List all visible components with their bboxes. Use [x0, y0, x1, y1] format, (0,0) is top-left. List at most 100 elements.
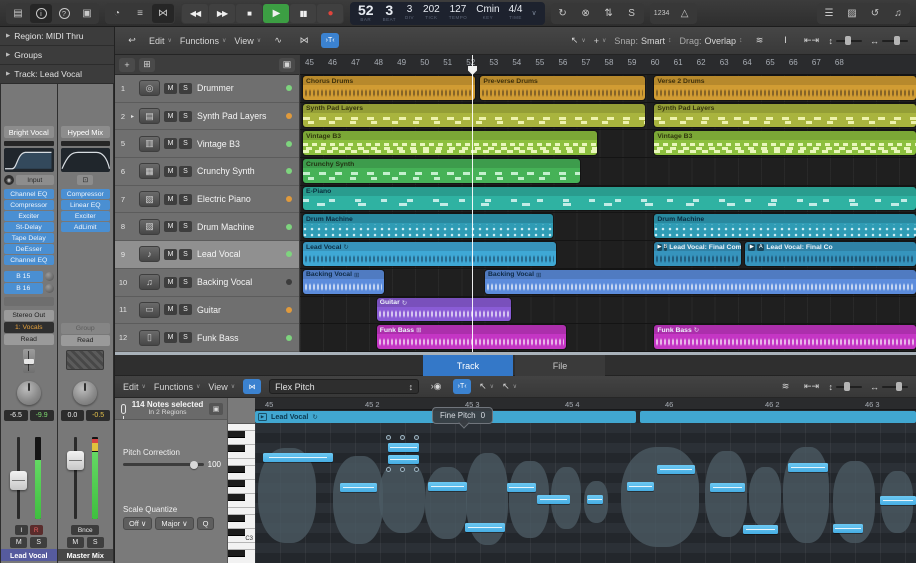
- track-header[interactable]: 11 ▭ M S Guitar: [115, 296, 299, 325]
- white-key[interactable]: [228, 459, 255, 466]
- count-in-button[interactable]: 1234: [651, 4, 673, 23]
- flex-pitch-note[interactable]: [507, 483, 536, 492]
- solo-button[interactable]: S: [179, 193, 192, 205]
- quantize-apply-button[interactable]: Q: [196, 517, 215, 530]
- group-slot[interactable]: 1: Vocals: [4, 322, 54, 333]
- note-edit-handle[interactable]: [400, 435, 405, 440]
- track-activity-dot[interactable]: [286, 85, 292, 92]
- pan-knob[interactable]: [16, 381, 41, 405]
- plugin-slot[interactable]: Exciter: [60, 211, 110, 221]
- tab-file[interactable]: File: [515, 355, 605, 376]
- plugin-slot[interactable]: St-Delay: [4, 222, 54, 232]
- take-play-icon[interactable]: ▶: [748, 243, 756, 251]
- automation-mode-slot[interactable]: Read: [60, 335, 110, 346]
- mute-button[interactable]: M: [164, 221, 177, 233]
- flex-icon[interactable]: ⋈: [243, 379, 262, 394]
- waveform-zoom-icon[interactable]: ≋: [777, 379, 795, 394]
- black-key[interactable]: [228, 431, 245, 438]
- flex-pitch-note[interactable]: [340, 483, 377, 492]
- horizontal-zoom-slider[interactable]: ↔: [870, 35, 908, 46]
- flex-pitch-note[interactable]: [657, 465, 695, 474]
- mute-button[interactable]: M: [164, 82, 177, 94]
- track-inspector-header[interactable]: ▶ Track: Lead Vocal: [0, 65, 114, 84]
- secondary-tool-select[interactable]: + ∨: [594, 36, 607, 46]
- automation-icon[interactable]: ∿: [269, 33, 287, 48]
- strip-name-label[interactable]: Lead Vocal: [1, 549, 57, 561]
- note-edit-handle[interactable]: [414, 435, 419, 440]
- track-header[interactable]: 10 ♫ M S Backing Vocal: [115, 268, 299, 297]
- flex-pitch-note[interactable]: [743, 525, 778, 534]
- note-edit-handle[interactable]: [386, 435, 391, 440]
- track-activity-dot[interactable]: [286, 306, 292, 313]
- region[interactable]: Guitar ↻: [376, 297, 511, 322]
- arrange-functions-menu[interactable]: Functions ∨: [180, 36, 226, 46]
- record-enable-button[interactable]: R: [29, 525, 43, 535]
- flex-pitch-note[interactable]: [710, 483, 745, 492]
- black-key[interactable]: [228, 515, 245, 522]
- white-key[interactable]: [228, 473, 255, 480]
- track-header[interactable]: 2 ▸ ▤ M S Synth Pad Layers: [115, 102, 299, 131]
- track-lane[interactable]: Lead Vocal ↻ ▶ B Lead Vocal: Final Com ▶ A Lead…: [300, 241, 916, 269]
- editors-icon[interactable]: ⋈: [152, 3, 174, 23]
- disclosure-triangle-icon[interactable]: ▸: [131, 113, 139, 120]
- track-header[interactable]: 6 ▦ M S Crunchy Synth: [115, 158, 299, 186]
- vertical-auto-zoom-icon[interactable]: Ⅰ: [777, 33, 795, 48]
- rewind-button[interactable]: ◀◀: [182, 3, 208, 23]
- pan-readout[interactable]: -9.9: [29, 410, 54, 421]
- black-key[interactable]: [228, 445, 245, 452]
- piano-keyboard[interactable]: C3: [228, 423, 255, 563]
- flex-pitch-note-selected[interactable]: [388, 455, 419, 464]
- drag-select[interactable]: Drag: Overlap ↕: [679, 36, 742, 46]
- black-key[interactable]: [228, 494, 245, 501]
- eq-thumbnail[interactable]: [4, 148, 54, 172]
- toolbar-toggle-icon[interactable]: ▣: [76, 4, 98, 23]
- track-header[interactable]: 12 ▯ M S Funk Bass: [115, 324, 299, 352]
- region[interactable]: Chorus Drums: [303, 76, 475, 100]
- track-lane[interactable]: Crunchy Synth: [300, 158, 916, 186]
- replace-icon[interactable]: ⇅: [598, 4, 620, 23]
- flex-pitch-note[interactable]: [587, 495, 603, 504]
- stop-button[interactable]: ■: [236, 3, 262, 23]
- local-inspector-button[interactable]: ▣: [209, 402, 223, 415]
- note-pads-icon[interactable]: ▨: [841, 4, 863, 23]
- arrange-view-menu[interactable]: View ∨: [234, 36, 261, 46]
- flex-pitch-note[interactable]: [388, 443, 419, 452]
- output-slot[interactable]: Stereo Out: [4, 310, 54, 321]
- input-monitor-icon[interactable]: ◉: [4, 175, 14, 185]
- apple-loops-icon[interactable]: ↺: [864, 4, 886, 23]
- horizontal-zoom-slider[interactable]: ↔: [870, 381, 908, 392]
- black-key[interactable]: [228, 466, 245, 473]
- editor-view-menu[interactable]: View ∨: [208, 382, 235, 392]
- flex-pitch-grid[interactable]: [255, 423, 916, 563]
- strip-name-label[interactable]: Master Mix: [57, 549, 113, 561]
- horizontal-auto-zoom-icon[interactable]: ⇤⇥: [803, 33, 821, 48]
- mute-button[interactable]: M: [164, 193, 177, 205]
- mute-button[interactable]: M: [164, 332, 177, 344]
- region[interactable]: Funk Bass ↻: [654, 325, 916, 349]
- lcd-display[interactable]: 52 BAR 3 BEAT 3 DIV 202 TICK 127 TEMPO C…: [350, 1, 545, 25]
- plugin-slot[interactable]: Channel EQ: [4, 189, 54, 199]
- empty-send-slot[interactable]: [4, 297, 54, 306]
- track-lane[interactable]: Vintage B3 Vintage B3: [300, 130, 916, 159]
- volume-readout[interactable]: 0.0: [60, 410, 85, 421]
- mute-button[interactable]: M: [164, 304, 177, 316]
- take-play-icon[interactable]: ▶: [657, 243, 662, 251]
- volume-fader[interactable]: [66, 451, 84, 470]
- solo-button[interactable]: S: [179, 165, 192, 177]
- track-activity-dot[interactable]: [286, 334, 292, 341]
- zoom-slider-thumb[interactable]: [844, 381, 850, 391]
- plugin-slot[interactable]: AdLimit: [60, 222, 110, 232]
- flex-pitch-note[interactable]: [627, 482, 654, 491]
- solo-button[interactable]: S: [179, 276, 192, 288]
- note-edit-handle[interactable]: [386, 467, 391, 472]
- track-lane[interactable]: Backing Vocal ⊞ Backing Vocal ⊞: [300, 269, 916, 297]
- region[interactable]: Drum Machine: [654, 214, 916, 239]
- note-edit-handle[interactable]: [400, 467, 405, 472]
- solo-button[interactable]: S: [179, 221, 192, 233]
- region[interactable]: ▶ B Lead Vocal: Final Com: [654, 242, 742, 266]
- white-key[interactable]: [228, 508, 255, 515]
- white-key[interactable]: [228, 487, 255, 494]
- vertical-zoom-slider[interactable]: ↕: [829, 381, 862, 392]
- mute-button[interactable]: M: [10, 537, 28, 548]
- editor-ruler[interactable]: 45 45 2 45 3 45 4 46 46 2 46 3: [255, 398, 916, 410]
